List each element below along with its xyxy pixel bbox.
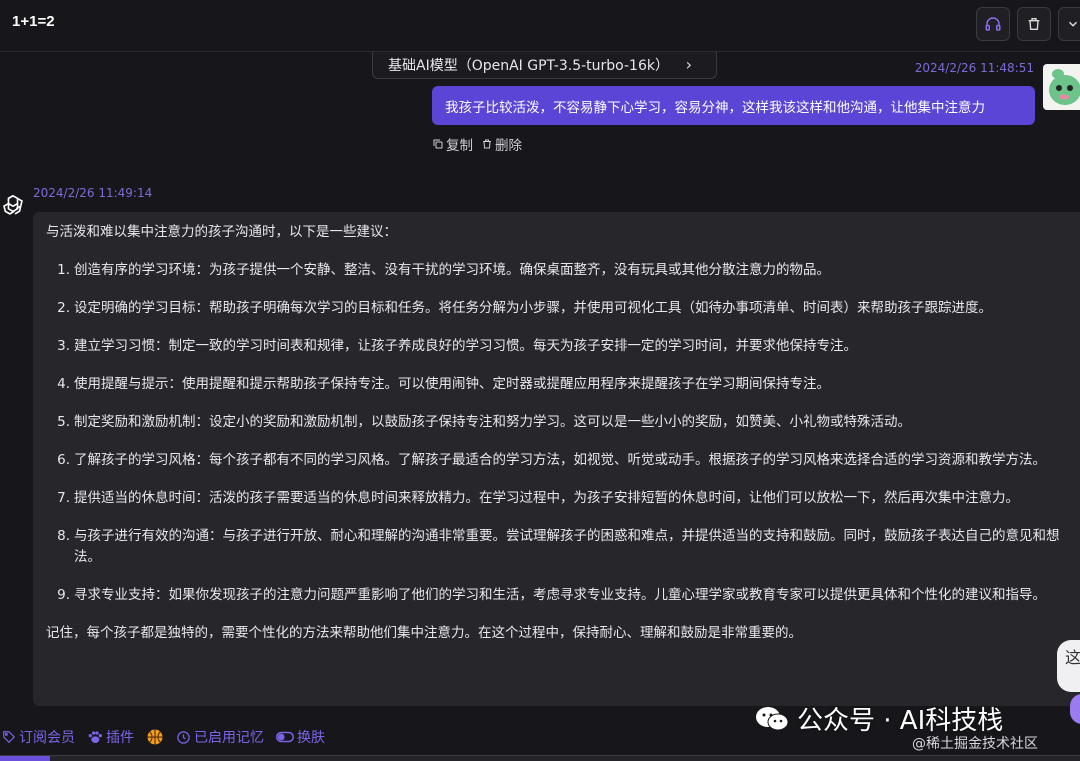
list-item-text: 建立学习习惯：制定一致的学习时间表和规律，让孩子养成良好的学习习惯。每天为孩子安…: [74, 338, 857, 354]
bot-message-bubble: 与活泼和难以集中注意力的孩子沟通时，以下是一些建议： 1. 创造有序的学习环境：…: [33, 212, 1080, 706]
user-message-bubble: 我孩子比较活泼，不容易静下心学习，容易分神，这样我该这样和他沟通，让他集中注意力: [432, 86, 1035, 125]
list-item-number: 6.: [57, 452, 70, 468]
trash-icon: [1028, 18, 1040, 30]
input-accent: [0, 756, 50, 761]
bot-message-time: 2024/2/26 11:49:14: [33, 186, 153, 200]
delete-chat-button[interactable]: [1017, 7, 1051, 41]
copy-button[interactable]: 复制: [432, 134, 473, 154]
toggle-icon: [276, 731, 294, 743]
bot-avatar: [0, 192, 26, 218]
headset-button[interactable]: [976, 7, 1010, 41]
subscribe-label: 订阅会员: [19, 730, 75, 746]
memory-label: 已启用记忆: [194, 730, 264, 746]
list-item-number: 7.: [57, 490, 70, 506]
input-bar[interactable]: [0, 755, 1080, 761]
delete-button[interactable]: 删除: [481, 134, 522, 154]
list-item-text: 设定明确的学习目标：帮助孩子明确每次学习的目标和任务。将任务分解为小步骤，并使用…: [74, 300, 992, 316]
list-item: 5. 制定奖励和激励机制：设定小的奖励和激励机制，以鼓励孩子保持专注和努力学习。…: [46, 412, 1068, 433]
list-item-text: 创造有序的学习环境：为孩子提供一个安静、整洁、没有干扰的学习环境。确保桌面整齐，…: [74, 262, 830, 278]
chevron-down-icon: [1068, 21, 1078, 27]
plugins-button[interactable]: 插件: [87, 727, 134, 747]
watermark-text: 公众号 · AI科技栈: [797, 706, 1004, 736]
list-item-text: 了解孩子的学习风格：每个孩子都有不同的学习风格。了解孩子最适合的学习方法，如视觉…: [74, 452, 1046, 468]
basketball-icon: [147, 729, 163, 745]
list-item-number: 9.: [57, 587, 70, 603]
user-message-time: 2024/2/26 11:48:51: [914, 61, 1034, 75]
ball-button[interactable]: [146, 728, 164, 746]
memory-icon: [177, 730, 190, 744]
chevron-right-icon: ›: [685, 55, 692, 74]
user-avatar: [1043, 64, 1080, 110]
side-float-accent[interactable]: [1070, 694, 1080, 724]
list-item: 7. 提供适当的休息时间：活泼的孩子需要适当的休息时间来释放精力。在学习过程中，…: [46, 488, 1068, 509]
delete-label: 删除: [495, 138, 522, 154]
chat-title: 1+1=2: [12, 13, 55, 30]
list-item-text: 制定奖励和激励机制：设定小的奖励和激励机制，以鼓励孩子保持专注和努力学习。这可以…: [74, 414, 911, 430]
list-item-number: 3.: [57, 338, 70, 354]
list-item: 2. 设定明确的学习目标：帮助孩子明确每次学习的目标和任务。将任务分解为小步骤，…: [46, 298, 1068, 319]
list-item-number: 4.: [57, 376, 70, 392]
chat-header: 1+1=2: [0, 0, 1080, 52]
list-item: 8. 与孩子进行有效的沟通：与孩子进行开放、耐心和理解的沟通非常重要。尝试理解孩…: [46, 526, 1068, 568]
list-item-number: 8.: [57, 528, 70, 544]
side-float-button[interactable]: 这: [1057, 640, 1080, 692]
watermark: 公众号 · AI科技栈: [755, 700, 1003, 737]
skin-button[interactable]: 换肤: [276, 727, 325, 747]
subscribe-button[interactable]: 订阅会员: [2, 727, 75, 747]
bot-intro: 与活泼和难以集中注意力的孩子沟通时，以下是一些建议：: [46, 224, 397, 240]
list-item: 6. 了解孩子的学习风格：每个孩子都有不同的学习风格。了解孩子最适合的学习方法，…: [46, 450, 1068, 471]
paw-icon: [88, 731, 102, 743]
side-float-text: 这: [1065, 648, 1080, 667]
user-message-text: 我孩子比较活泼，不容易静下心学习，容易分神，这样我该这样和他沟通，让他集中注意力: [445, 99, 985, 116]
plugins-label: 插件: [106, 730, 134, 746]
list-item: 3. 建立学习习惯：制定一致的学习时间表和规律，让孩子养成良好的学习习惯。每天为…: [46, 336, 1068, 357]
list-item-text: 与孩子进行有效的沟通：与孩子进行开放、耐心和理解的沟通非常重要。尝试理解孩子的困…: [74, 528, 1060, 565]
more-options-button[interactable]: [1058, 7, 1080, 41]
model-selector[interactable]: 基础AI模型（OpenAI GPT-3.5-turbo-16k） ›: [372, 52, 717, 79]
skin-label: 换肤: [297, 730, 325, 746]
list-item-text: 使用提醒与提示：使用提醒和提示帮助孩子保持专注。可以使用闹钟、定时器或提醒应用程…: [74, 376, 830, 392]
copy-label: 复制: [446, 138, 473, 154]
list-item-number: 2.: [57, 300, 70, 316]
tag-icon: [3, 731, 16, 744]
list-item: 9. 寻求专业支持：如果你发现孩子的注意力问题严重影响了他们的学习和生活，考虑寻…: [46, 585, 1068, 606]
wechat-icon: [756, 706, 789, 730]
list-item: 1. 创造有序的学习环境：为孩子提供一个安静、整洁、没有干扰的学习环境。确保桌面…: [46, 260, 1068, 281]
list-item-text: 寻求专业支持：如果你发现孩子的注意力问题严重影响了他们的学习和生活，考虑寻求专业…: [74, 587, 1046, 603]
list-item-number: 5.: [57, 414, 70, 430]
openai-logo-icon: [3, 194, 23, 215]
copy-icon: [433, 139, 443, 149]
headset-icon: [985, 17, 1001, 31]
watermark-subtext: @稀土掘金技术社区: [912, 736, 1038, 752]
list-item: 4. 使用提醒与提示：使用提醒和提示帮助孩子保持专注。可以使用闹钟、定时器或提醒…: [46, 374, 1068, 395]
user-message-actions: 复制 删除: [432, 134, 522, 154]
bottom-toolbar: 订阅会员 插件 已启用记忆 换肤: [0, 726, 325, 748]
model-label: 基础AI模型（OpenAI GPT-3.5-turbo-16k）: [388, 58, 669, 74]
list-item-number: 1.: [57, 262, 70, 278]
delete-icon: [483, 139, 491, 149]
memory-button[interactable]: 已启用记忆: [176, 727, 264, 747]
bot-outro: 记住，每个孩子都是独特的，需要个性化的方法来帮助他们集中注意力。在这个过程中，保…: [46, 625, 802, 641]
list-item-text: 提供适当的休息时间：活泼的孩子需要适当的休息时间来释放精力。在学习过程中，为孩子…: [74, 490, 1019, 506]
